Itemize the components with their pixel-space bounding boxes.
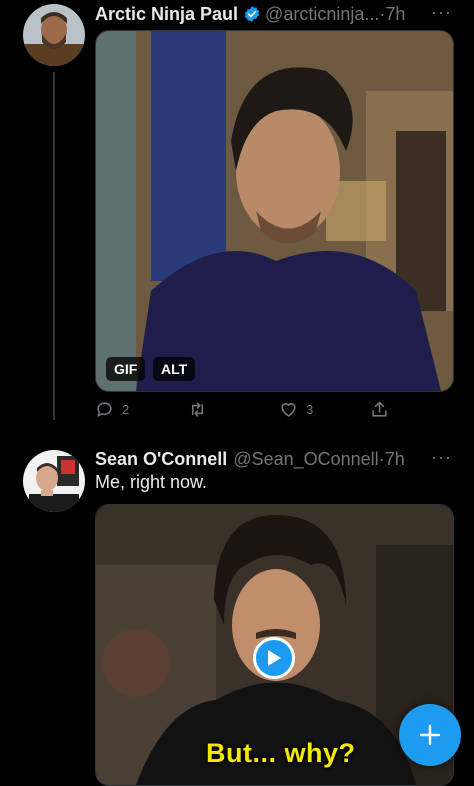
tweet-header: Arctic Ninja Paul @arcticninja... · 7h: [95, 1, 405, 27]
share-button[interactable]: [370, 400, 389, 419]
author-name[interactable]: Sean O'Connell: [95, 449, 227, 470]
tweet-header: Sean O'Connell @Sean_OConnell · 7h: [95, 446, 405, 472]
more-options-button[interactable]: ···: [431, 447, 452, 468]
tweet-timestamp[interactable]: 7h: [385, 4, 405, 25]
reply-icon: [97, 402, 112, 417]
author-handle[interactable]: @arcticninja...: [265, 4, 379, 25]
compose-tweet-button[interactable]: [399, 704, 461, 766]
verified-badge-icon: [244, 6, 260, 22]
tweet-text: Me, right now.: [95, 472, 208, 492]
play-icon: [268, 650, 281, 666]
compose-plus-icon: [419, 724, 441, 746]
more-options-button[interactable]: ···: [431, 2, 452, 23]
avatar-sean-oconnell[interactable]: [23, 450, 85, 512]
reply-count: 2: [122, 402, 130, 417]
like-count: 3: [306, 402, 314, 417]
avatar-arctic-ninja-paul[interactable]: [23, 4, 85, 66]
tweet-timestamp[interactable]: 7h: [385, 449, 405, 470]
video-caption: But... why?: [206, 738, 356, 768]
tweet-actions: 2 3: [95, 400, 452, 422]
thread-connector-line: [53, 72, 55, 420]
retweet-icon: [191, 402, 204, 417]
author-handle[interactable]: @Sean_OConnell: [233, 449, 378, 470]
author-name[interactable]: Arctic Ninja Paul: [95, 4, 238, 25]
gif-badge: GIF: [106, 357, 146, 381]
like-button[interactable]: 3: [279, 400, 313, 419]
retweet-button[interactable]: [188, 400, 215, 419]
play-video-button[interactable]: [253, 637, 295, 679]
tweet-media-gif[interactable]: GIF ALT: [95, 30, 454, 392]
reply-button[interactable]: 2: [95, 400, 129, 419]
share-icon: [372, 401, 387, 417]
alt-text-badge[interactable]: ALT: [153, 357, 196, 381]
like-icon: [281, 403, 296, 417]
